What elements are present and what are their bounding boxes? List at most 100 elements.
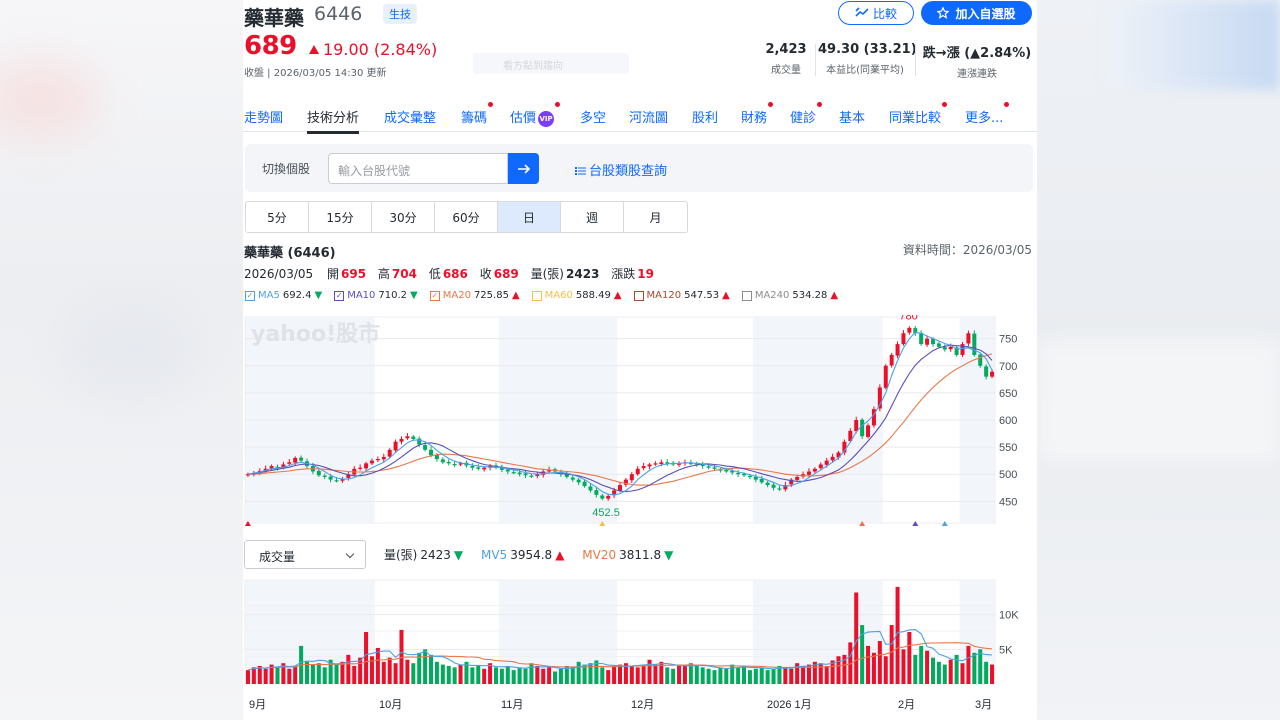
candlestick-chart[interactable]: 450 500 550 600 650 700 750 yahoo!股市 780 452.5 xyxy=(243,315,1037,527)
tab-5[interactable]: 多空 xyxy=(580,107,606,126)
ma-item-MA120[interactable]: MA120 547.53 ▲ xyxy=(633,290,730,301)
candle-body xyxy=(806,471,811,475)
volume-bar xyxy=(724,668,729,684)
volume-bar xyxy=(535,665,540,684)
checkbox-icon[interactable]: ✓ xyxy=(245,290,255,301)
x-tick-label: 2月 xyxy=(898,699,915,711)
volume-bar xyxy=(718,667,723,684)
candle-body xyxy=(747,475,752,478)
candle-body xyxy=(866,425,871,437)
volume-bar xyxy=(736,667,741,684)
ma-item-MA60[interactable]: MA60 588.49 ▲ xyxy=(531,290,622,301)
checkbox-icon[interactable] xyxy=(633,290,644,301)
go-button[interactable] xyxy=(508,153,539,184)
tab-4[interactable]: 估價 VIP xyxy=(510,102,561,127)
volume-chart[interactable]: 5K 10K 9月 10月 11月 12月 2026 1月 2月 3月 xyxy=(243,578,1037,720)
stock-switcher: 切換個股 輸入台股代號 台股類股查詢 xyxy=(245,144,1033,192)
period-60分[interactable]: 60分 xyxy=(435,202,498,232)
blurred-background-right xyxy=(1037,0,1280,720)
ma-item-MA240[interactable]: MA240 534.28 ▲ xyxy=(741,290,838,301)
compare-icon xyxy=(855,7,869,17)
volume-bar xyxy=(706,668,711,684)
category-query-link[interactable]: 台股類股查詢 xyxy=(575,160,667,179)
y-tick-label: 750 xyxy=(999,334,1017,346)
period-週[interactable]: 週 xyxy=(561,202,624,232)
candle-body xyxy=(907,327,912,333)
candle-body xyxy=(316,470,321,476)
volume-bar xyxy=(930,657,935,684)
checkbox-icon[interactable]: ✓ xyxy=(334,290,345,301)
volume-bar xyxy=(925,650,930,684)
volume-bar xyxy=(641,664,646,684)
volume-bar xyxy=(789,668,794,684)
stat-divider xyxy=(915,44,916,76)
tab-label: 走勢圖 xyxy=(244,111,284,126)
volume-bar xyxy=(671,668,676,684)
tab-11[interactable]: 同業比較 xyxy=(889,102,948,126)
tab-9[interactable]: 健診 xyxy=(790,102,823,126)
stock-code-input[interactable]: 輸入台股代號 xyxy=(328,153,508,184)
volume-bar xyxy=(913,654,918,684)
price-change: 19.00 (2.84%) xyxy=(309,40,437,59)
period-5分[interactable]: 5分 xyxy=(246,202,309,232)
volume-bar xyxy=(251,667,256,684)
candle-body xyxy=(641,466,646,469)
candle-body xyxy=(588,486,593,491)
y-tick-label: 450 xyxy=(999,496,1017,508)
candle-body xyxy=(883,365,888,388)
period-15分[interactable]: 15分 xyxy=(309,202,372,232)
checkbox-icon[interactable] xyxy=(741,290,752,301)
tab-2[interactable]: 成交彙整 xyxy=(384,107,436,126)
volume-bar xyxy=(742,665,747,684)
volume-bar xyxy=(499,668,504,684)
stat-pe: 49.30 (33.21) 本益比(同業平均) xyxy=(818,42,917,76)
candle-body xyxy=(936,343,941,347)
candle-body xyxy=(736,472,741,475)
candle-body xyxy=(759,478,764,483)
period-月[interactable]: 月 xyxy=(624,202,687,232)
tab-6[interactable]: 河流圖 xyxy=(629,107,668,126)
volume-bar xyxy=(618,664,622,684)
price-annotation: 452.5 xyxy=(592,507,620,519)
checkbox-icon[interactable] xyxy=(531,290,542,301)
price-annotation: 780 xyxy=(899,315,917,322)
candle-body xyxy=(706,466,711,468)
candle-body xyxy=(511,472,516,474)
volume-bar xyxy=(653,664,658,684)
tab-12[interactable]: 更多... xyxy=(965,102,1010,126)
category-badge[interactable]: 生技 xyxy=(383,4,417,24)
tab-10[interactable]: 基本 xyxy=(839,107,865,126)
low-label: 低 xyxy=(428,267,441,281)
candle-body xyxy=(328,476,333,480)
ma-item-MA5[interactable]: ✓ MA5 692.4 ▼ xyxy=(245,290,322,301)
compare-button[interactable]: 比較 xyxy=(838,1,914,25)
volume-bar xyxy=(529,663,534,684)
tab-3[interactable]: 籌碼 xyxy=(461,102,494,126)
ma-name: MA240 xyxy=(754,290,790,301)
open-value: 695 xyxy=(341,267,367,281)
tab-7[interactable]: 股利 xyxy=(692,107,718,126)
volume-bar xyxy=(381,661,386,684)
volume-bar xyxy=(346,654,351,684)
tab-0[interactable]: 走勢圖 xyxy=(244,107,283,126)
candle-body xyxy=(299,457,304,461)
up-triangle-icon: ▲ xyxy=(511,290,520,301)
indicator-select[interactable]: 成交量 xyxy=(244,540,366,569)
candle-body xyxy=(375,459,380,461)
ma-item-MA20[interactable]: ✓ MA20 725.85 ▲ xyxy=(429,290,520,301)
add-watchlist-button[interactable]: 加入自選股 xyxy=(921,1,1032,25)
period-30分[interactable]: 30分 xyxy=(372,202,435,232)
period-selector: 5分 15分 30分 60分日週月 xyxy=(245,201,688,233)
volume-bar xyxy=(558,668,563,684)
candle-body xyxy=(742,473,747,476)
candle-body xyxy=(647,464,652,467)
volume-bar xyxy=(570,667,575,684)
ma-item-MA10[interactable]: ✓ MA10 710.2 ▼ xyxy=(334,290,418,301)
checkbox-icon[interactable]: ✓ xyxy=(429,290,440,301)
volume-bar xyxy=(866,645,871,684)
stock-code: 6446 xyxy=(314,3,363,25)
tab-1[interactable]: 技術分析 xyxy=(307,107,360,134)
period-日[interactable]: 日 xyxy=(498,202,561,232)
tab-8[interactable]: 財務 xyxy=(741,102,774,126)
volume-bar xyxy=(493,667,498,684)
